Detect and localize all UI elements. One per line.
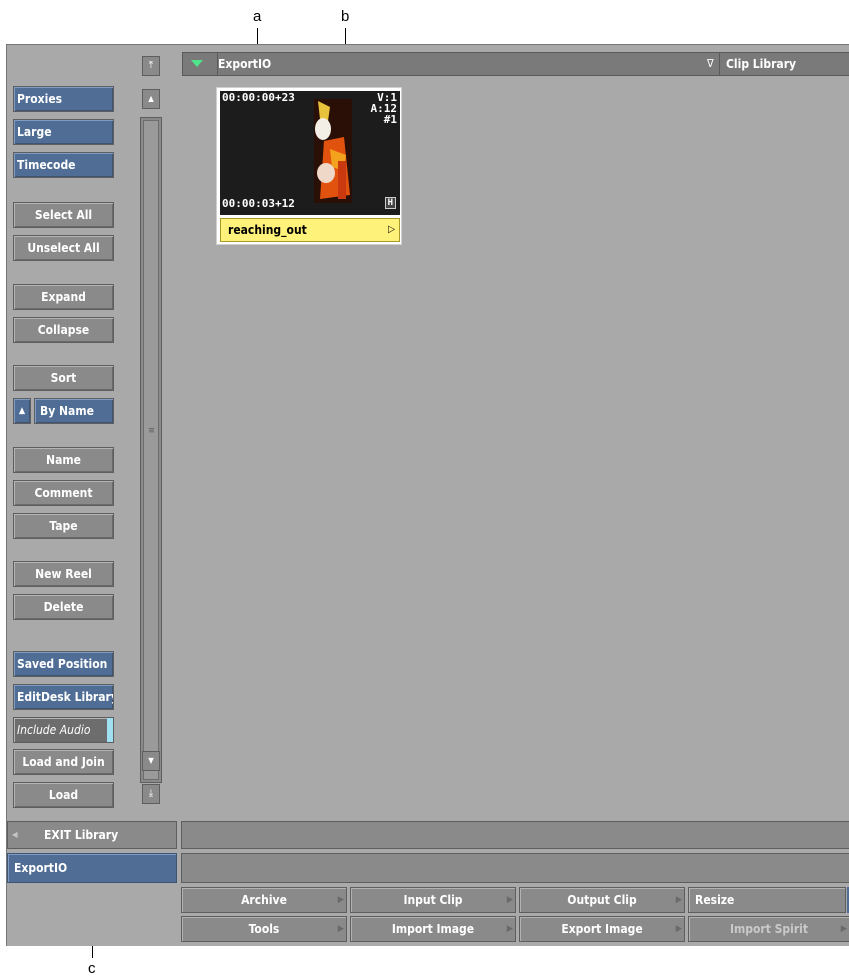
scroll-down-button[interactable]: ▼: [142, 751, 160, 771]
menu-import-image-label: Import Image: [391, 922, 475, 936]
expand-button[interactable]: Expand: [13, 284, 114, 310]
tape-button[interactable]: Tape: [13, 513, 114, 539]
sort-direction-button[interactable]: ▲: [13, 398, 31, 424]
select-all-button[interactable]: Select All: [13, 202, 114, 228]
large-button[interactable]: Large: [13, 119, 114, 145]
scroll-bottom-button[interactable]: ⤓: [142, 784, 160, 804]
grip-icon: ≡: [148, 426, 155, 436]
menu-tools[interactable]: Tools ▶: [181, 916, 347, 942]
clip-library-dropdown[interactable]: Clip Library: [726, 53, 796, 75]
unselect-all-button[interactable]: Unselect All: [13, 235, 114, 261]
clip-library-window: ExportIO ∇ Clip Library Proxies Large Ti…: [6, 44, 849, 946]
clip-number: #1: [383, 113, 397, 126]
menu-arrow-icon: ▶: [337, 924, 344, 934]
clip-end-timecode: 00:00:03+12: [222, 197, 295, 210]
left-arrow-icon: ◀: [12, 830, 18, 839]
menu-archive-label: Archive: [241, 893, 287, 907]
collapse-button[interactable]: Collapse: [13, 317, 114, 343]
menu-output-clip-label: Output Clip: [567, 893, 637, 907]
load-and-join-button[interactable]: Load and Join: [13, 749, 114, 775]
editdesk-library-button[interactable]: EditDesk Library: [13, 684, 114, 710]
library-dropdown-icon[interactable]: ∇: [707, 53, 714, 75]
menu-archive[interactable]: Archive ▶: [181, 887, 347, 913]
comment-button[interactable]: Comment: [13, 480, 114, 506]
callout-c: c: [88, 960, 96, 977]
clip-proxy[interactable]: 00:00:00+23 V:1 A:12 #1 00:00:03+12 H re…: [216, 87, 402, 245]
delete-button[interactable]: Delete: [13, 594, 114, 620]
play-arrow-icon[interactable]: ▷: [388, 219, 395, 241]
include-audio-label: Include Audio: [17, 723, 91, 737]
exit-library-label: EXIT Library: [44, 828, 119, 842]
menu-export-image-label: Export Image: [561, 922, 643, 936]
menu-resize[interactable]: Resize: [688, 887, 846, 913]
menu-output-clip[interactable]: Output Clip ▶: [519, 887, 685, 913]
clip-name-field[interactable]: reaching_out ▷: [220, 218, 400, 242]
menu-arrow-icon: ▶: [337, 895, 344, 905]
menu-tools-label: Tools: [248, 922, 280, 936]
proxies-button[interactable]: Proxies: [13, 86, 114, 112]
include-audio-toggle[interactable]: Include Audio: [13, 717, 114, 743]
menu-arrow-icon: ▶: [675, 895, 682, 905]
callout-a: a: [253, 8, 262, 25]
load-button[interactable]: Load: [13, 782, 114, 808]
timecode-button[interactable]: Timecode: [13, 152, 114, 178]
saved-position-button[interactable]: Saved Position: [13, 651, 114, 677]
library-header: ExportIO ∇ Clip Library: [182, 52, 849, 76]
callout-b: b: [341, 8, 350, 25]
exit-library-button[interactable]: ◀ EXIT Library: [7, 821, 177, 849]
clip-h-badge: H: [384, 197, 396, 209]
scrollbar-thumb[interactable]: ≡: [143, 120, 159, 780]
header-divider: [719, 53, 720, 75]
menu-arrow-icon: ▶: [675, 924, 682, 934]
clip-name-label: reaching_out: [228, 223, 307, 237]
expand-triangle-icon[interactable]: [185, 55, 211, 73]
menu-arrow-icon: ▶: [506, 924, 513, 934]
message-bar: [181, 821, 849, 849]
menu-arrow-icon: ▶: [840, 924, 847, 934]
sort-button[interactable]: Sort: [13, 365, 114, 391]
scroll-top-button[interactable]: ⤒: [142, 56, 160, 76]
current-library-button[interactable]: ExportIO: [7, 853, 177, 883]
clip-thumbnail: 00:00:00+23 V:1 A:12 #1 00:00:03+12 H: [220, 91, 400, 215]
clip-start-timecode: 00:00:00+23: [222, 91, 295, 104]
name-button[interactable]: Name: [13, 447, 114, 473]
scrollbar-track[interactable]: ≡: [140, 117, 162, 783]
library-title[interactable]: ExportIO: [218, 53, 271, 75]
menu-resize-label: Resize: [695, 893, 735, 907]
include-audio-indicator: [107, 718, 113, 742]
menu-input-clip-label: Input Clip: [403, 893, 463, 907]
menu-import-image[interactable]: Import Image ▶: [350, 916, 516, 942]
menu-import-spirit-label: Import Spirit: [729, 922, 809, 936]
status-bar: [181, 853, 849, 883]
new-reel-button[interactable]: New Reel: [13, 561, 114, 587]
menu-import-spirit[interactable]: Import Spirit ▶: [688, 916, 849, 942]
menu-export-image[interactable]: Export Image ▶: [519, 916, 685, 942]
menu-arrow-icon: ▶: [506, 895, 513, 905]
scroll-up-button[interactable]: ▲: [142, 89, 160, 109]
sort-by-name-dropdown[interactable]: By Name: [34, 398, 114, 424]
menu-input-clip[interactable]: Input Clip ▶: [350, 887, 516, 913]
